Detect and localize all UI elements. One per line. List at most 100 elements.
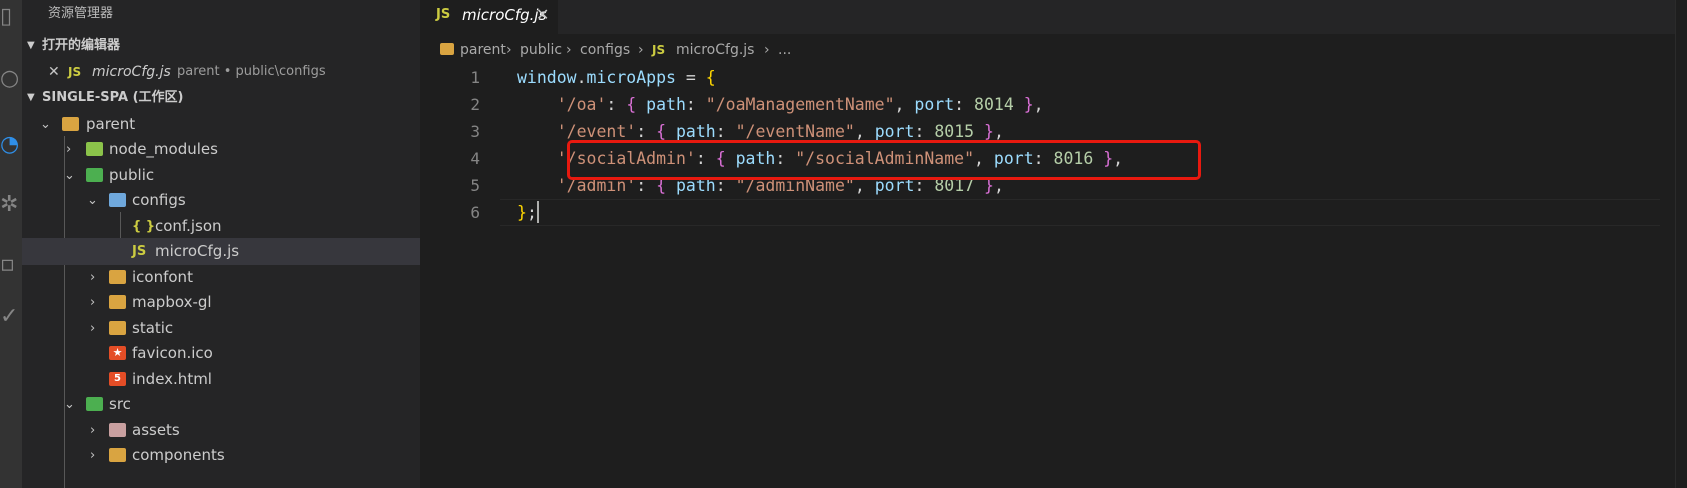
code-token: path	[675, 122, 716, 141]
assets-folder-icon	[109, 423, 126, 437]
html-file-icon: 5	[109, 372, 126, 386]
folder-icon	[440, 43, 454, 55]
code-token: "/eventName"	[735, 122, 855, 141]
js-file-icon: JS	[436, 7, 451, 22]
src-folder-icon	[86, 397, 103, 411]
code-line[interactable]: window.microApps = {	[517, 64, 716, 91]
chevron-right-icon: ›	[66, 142, 72, 157]
breadcrumb-item[interactable]: ...	[778, 38, 791, 62]
tree-item-src[interactable]: ⌄ src	[22, 391, 420, 418]
chevron-right-icon: ›	[506, 42, 512, 58]
chevron-right-icon: ›	[566, 42, 572, 58]
chevron-down-icon: ⌄	[64, 397, 75, 412]
tree-item-public[interactable]: ⌄ public	[22, 162, 420, 189]
code-token: 8014	[974, 95, 1014, 114]
text-cursor	[536, 201, 539, 223]
code-token: :	[606, 95, 627, 114]
chevron-right-icon: ›	[90, 270, 96, 285]
code-token: "/oaManagementName"	[705, 95, 895, 114]
chevron-down-icon: ▼	[27, 92, 35, 103]
source-control-icon[interactable]: ◔	[0, 128, 22, 162]
tree-item-microcfg-js[interactable]: JS microCfg.js	[22, 238, 420, 265]
tab-microcfg-js[interactable]: JS microCfg.js ✕	[420, 0, 558, 34]
extensions-icon[interactable]: ▫	[0, 248, 22, 282]
folder-icon	[109, 448, 126, 462]
tree-item-mapbox-gl[interactable]: › mapbox-gl	[22, 289, 420, 316]
code-token: :	[715, 122, 736, 141]
line-number: 4	[470, 149, 480, 168]
breadcrumb-item[interactable]: parent	[460, 38, 506, 62]
code-token: :	[685, 95, 706, 114]
code-token: :	[636, 122, 657, 141]
js-file-icon: JS	[68, 65, 82, 79]
code-token: =	[675, 68, 706, 87]
code-token: }	[517, 203, 527, 222]
search-icon[interactable]: ○	[0, 62, 22, 96]
line-number: 6	[470, 203, 480, 222]
tree-item-components[interactable]: › components	[22, 442, 420, 469]
breadcrumb-item[interactable]: microCfg.js	[676, 38, 754, 62]
highlight-annotation-box	[567, 140, 1201, 180]
code-token: ,	[854, 122, 875, 141]
tree-item-static[interactable]: › static	[22, 315, 420, 342]
remote-icon[interactable]: ✓	[0, 300, 22, 334]
code-token: {	[705, 68, 716, 87]
code-token: {	[656, 122, 667, 141]
workspace-header[interactable]: ▼ SINGLE-SPA (工作区)	[22, 85, 420, 111]
line-number: 2	[470, 95, 480, 114]
code-token: path	[646, 95, 686, 114]
chevron-right-icon: ›	[764, 42, 770, 58]
close-icon[interactable]: ✕	[48, 59, 60, 85]
explorer-sidebar: 资源管理器 ▼ 打开的编辑器 ✕ JS microCfg.js parent •…	[22, 0, 420, 488]
debug-icon[interactable]: ✲	[0, 188, 22, 222]
open-editors-header[interactable]: ▼ 打开的编辑器	[22, 33, 420, 59]
code-token: 8015	[934, 122, 975, 141]
code-token: }	[984, 122, 994, 141]
workspace-label: SINGLE-SPA (工作区)	[42, 90, 184, 105]
folder-icon	[109, 270, 126, 284]
folder-icon	[109, 295, 126, 309]
tree-item-parent[interactable]: ⌄ parent	[22, 111, 420, 138]
tree-item-favicon[interactable]: ★ favicon.ico	[22, 340, 420, 367]
code-token: window	[517, 68, 577, 87]
tree-item-iconfont[interactable]: › iconfont	[22, 264, 420, 291]
tree-item-assets[interactable]: › assets	[22, 417, 420, 444]
close-icon[interactable]: ✕	[536, 0, 549, 30]
sidebar-title: 资源管理器	[48, 6, 114, 21]
open-editor-path: parent • public\configs	[177, 64, 326, 79]
node-folder-icon	[86, 142, 103, 156]
activity-bar: ▯ ○ ◔ ✲ ▫ ✓	[0, 0, 22, 488]
tree-item-configs[interactable]: ⌄ configs	[22, 187, 420, 214]
tree-item-node-modules[interactable]: › node_modules	[22, 136, 420, 163]
code-token: ,	[1033, 95, 1044, 114]
public-folder-icon	[86, 168, 103, 182]
chevron-down-icon: ▼	[27, 40, 35, 51]
code-token: ;	[526, 203, 537, 222]
code-token: }	[1023, 95, 1034, 114]
chevron-right-icon: ›	[90, 321, 96, 336]
breadcrumb-item[interactable]: public	[520, 38, 562, 62]
code-line[interactable]: };	[517, 199, 539, 226]
chevron-right-icon: ›	[90, 423, 96, 438]
code-token: microApps	[586, 68, 676, 87]
tree-item-index-html[interactable]: 5 index.html	[22, 366, 420, 393]
chevron-down-icon: ⌄	[87, 193, 98, 208]
chevron-right-icon: ›	[638, 42, 644, 58]
current-line-highlight	[500, 199, 1660, 226]
explorer-icon[interactable]: ▯	[0, 0, 22, 34]
tree-item-conf-json[interactable]: { } conf.json	[22, 213, 420, 240]
open-editor-item[interactable]: ✕ JS microCfg.js parent • public\configs	[22, 59, 420, 85]
tab-label: microCfg.js	[462, 6, 547, 24]
breadcrumb-item[interactable]: configs	[580, 38, 630, 62]
code-token: port	[874, 122, 915, 141]
chevron-down-icon: ⌄	[40, 117, 51, 132]
editor-scrollbar[interactable]	[1675, 0, 1687, 488]
code-line[interactable]: '/oa': { path: "/oaManagementName", port…	[517, 91, 1044, 118]
code-token: '/event'	[556, 122, 637, 141]
